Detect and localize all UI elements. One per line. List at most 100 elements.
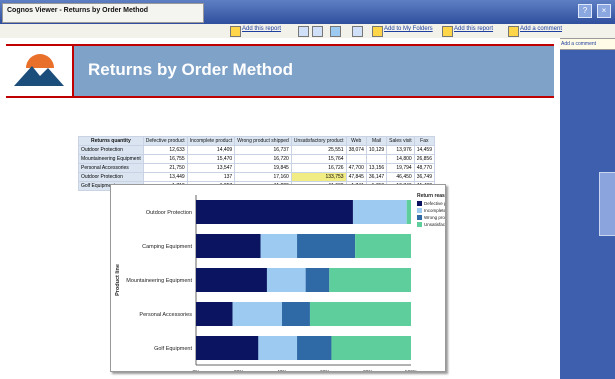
- bar-segment: [196, 268, 267, 292]
- report-title: Returns by Order Method: [88, 60, 293, 79]
- col-header: Incomplete product: [186, 136, 236, 146]
- toolbar-link-2[interactable]: Add this report: [454, 26, 493, 32]
- cell: 47,700: [345, 163, 367, 173]
- x-tick-label: 100%: [405, 370, 418, 371]
- comment-icon[interactable]: [508, 26, 519, 37]
- cell: 16,720: [234, 154, 292, 164]
- cell: [365, 154, 388, 164]
- cell: 15,470: [186, 154, 236, 164]
- cell: 19,845: [234, 163, 292, 173]
- category-label: Golf Equipment: [154, 346, 192, 352]
- bar-segment: [309, 302, 411, 326]
- report-canvas: Returns by Order Method Returns quantity…: [0, 38, 560, 379]
- legend-entry: Defective product: [424, 201, 445, 206]
- cell: 46,450: [386, 172, 415, 182]
- bar-segment: [196, 234, 261, 258]
- cell: 16,737: [234, 145, 292, 155]
- x-tick-label: 80%: [363, 370, 374, 371]
- cell: [345, 154, 367, 164]
- bar-segment: [232, 302, 282, 326]
- bar-segment: [329, 268, 411, 292]
- x-tick-label: 40%: [277, 370, 288, 371]
- cell: 16,755: [142, 154, 188, 164]
- cell: 14,800: [386, 154, 415, 164]
- cell: 13,976: [386, 145, 415, 155]
- col-header: Unsatisfactory product: [290, 136, 347, 146]
- y-axis-title: Product line: [115, 264, 121, 296]
- col-header: Wrong product shipped: [234, 136, 292, 146]
- crosstab-header-row: Returns quantity Defective product Incom…: [78, 136, 435, 146]
- bar-segment: [297, 234, 356, 258]
- bar-segment: [355, 234, 411, 258]
- legend-entry: Unsatisfactory product: [424, 222, 445, 227]
- col-header: Sales visit: [386, 136, 415, 146]
- legend-entry: Incomplete product: [424, 208, 445, 213]
- bar-segment: [196, 336, 259, 360]
- bar-segment: [258, 336, 298, 360]
- row-header: Outdoor Protection: [78, 172, 144, 182]
- nav-forward-icon[interactable]: [312, 26, 323, 37]
- bar-segment: [406, 200, 411, 224]
- legend-swatch: [417, 208, 422, 213]
- bar-segment: [297, 336, 332, 360]
- cell: 38,074: [345, 145, 367, 155]
- crosstab-corner: Returns quantity: [78, 136, 144, 146]
- cell: 21,750: [142, 163, 188, 173]
- window-title: Cognos Viewer - Returns by Order Method: [7, 7, 149, 14]
- bar-segment: [352, 200, 407, 224]
- chart-panel: Outdoor Protection Camping Equipment Mount…: [110, 184, 446, 372]
- crosstab-row: Outdoor Protection 12,633 14,409 16,737 …: [78, 145, 435, 155]
- cell: 19,794: [386, 163, 415, 173]
- folder-icon[interactable]: [372, 26, 383, 37]
- bar-segment: [260, 234, 298, 258]
- col-header: Defective product: [142, 136, 188, 146]
- report-header: Returns by Order Method: [6, 44, 554, 98]
- title-box: Cognos Viewer - Returns by Order Method: [2, 3, 204, 23]
- category-label: Personal Accessories: [139, 312, 192, 318]
- toolbar-link-0[interactable]: Add this report: [242, 26, 281, 32]
- browser-window: Cognos Viewer - Returns by Order Method …: [0, 0, 615, 379]
- stacked-bar-chart: Outdoor Protection Camping Equipment Mount…: [115, 193, 445, 371]
- bar-segment: [266, 268, 306, 292]
- bar-segment: [196, 302, 233, 326]
- logo: [6, 46, 74, 96]
- side-scroll-widget[interactable]: [599, 172, 615, 236]
- cell: 17,160: [234, 172, 292, 182]
- col-header: Mail: [365, 136, 388, 146]
- cell: 47,845: [345, 172, 367, 182]
- bar-segment: [331, 336, 411, 360]
- nav-back-icon[interactable]: [298, 26, 309, 37]
- window-controls: ? ×: [578, 4, 611, 18]
- mountain-logo-icon: [14, 54, 64, 86]
- chart-icon[interactable]: [330, 26, 341, 37]
- row-header: Personal Accessories: [78, 163, 144, 173]
- row-header: Mountaineering Equipment: [78, 154, 144, 164]
- report-icon-2[interactable]: [442, 26, 453, 37]
- cell: 14,409: [186, 145, 236, 155]
- cell: 137: [186, 172, 236, 182]
- legend-swatch: [417, 201, 422, 206]
- comment-popup[interactable]: Add a comment: [557, 38, 615, 50]
- toolbar-link-1[interactable]: Add to My Folders: [384, 26, 433, 32]
- cell: 36,147: [365, 172, 388, 182]
- close-icon[interactable]: ×: [597, 4, 611, 18]
- legend-swatch: [417, 222, 422, 227]
- crosstab-row: Personal Accessories 21,750 13,547 19,84…: [78, 163, 435, 173]
- bar-segment: [282, 302, 310, 326]
- legend-entry: Wrong product shipped: [424, 215, 445, 220]
- cell: 12,633: [142, 145, 188, 155]
- bar-segment: [305, 268, 330, 292]
- x-tick-label: 60%: [320, 370, 331, 371]
- cell-highlighted: 133,753: [290, 172, 347, 182]
- title-bar: Cognos Viewer - Returns by Order Method …: [0, 0, 615, 24]
- cell: 15,764: [290, 154, 347, 164]
- cell: 14,459: [413, 145, 435, 155]
- toolbar-link-3[interactable]: Add a comment: [520, 26, 562, 32]
- report-icon[interactable]: [230, 26, 241, 37]
- help-icon[interactable]: ?: [578, 4, 592, 18]
- x-tick-label: 20%: [234, 370, 245, 371]
- format-icon[interactable]: [352, 26, 363, 37]
- x-tick-label: 0%: [192, 370, 200, 371]
- col-header: Fax: [413, 136, 435, 146]
- cell: 48,770: [413, 163, 435, 173]
